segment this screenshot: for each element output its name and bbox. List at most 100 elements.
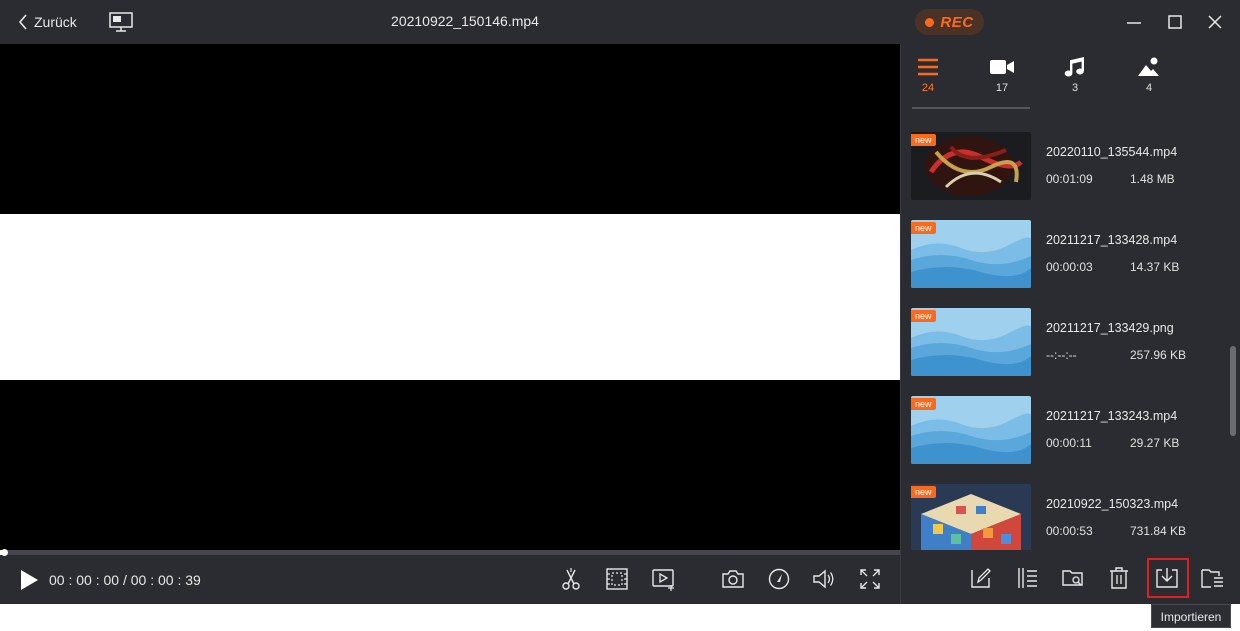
speed-button[interactable] xyxy=(766,566,792,592)
list-item[interactable]: new 20211217_133428.mp4 00:00:03 14.37 K… xyxy=(901,220,1231,292)
file-duration: --:--:-- xyxy=(1046,348,1077,362)
crop-frame-icon xyxy=(606,568,628,590)
delete-button[interactable] xyxy=(1106,565,1132,591)
folder-list-button[interactable] xyxy=(1199,565,1225,591)
list-item[interactable]: new 20210922_150323.mp4 00:00:53 731.84 … xyxy=(901,484,1231,550)
app-window: Zurück 20210922_150146.mp4 REC 00: 00:… xyxy=(0,0,1240,604)
current-time: 00 : 00 : 00 xyxy=(49,572,120,588)
progress-handle[interactable] xyxy=(1,549,8,556)
monitor-icon xyxy=(109,12,133,32)
new-badge: new xyxy=(911,398,936,410)
new-badge: new xyxy=(911,222,936,234)
tab-all[interactable]: 24 xyxy=(902,56,954,102)
video-viewport[interactable] xyxy=(0,44,900,550)
speaker-icon xyxy=(813,569,834,589)
sort-icon xyxy=(1018,568,1037,588)
maximize-button[interactable] xyxy=(1165,12,1185,32)
tab-videos-count: 17 xyxy=(995,82,1009,94)
list-item[interactable]: new 20211217_133243.mp4 00:00:11 29.27 K… xyxy=(901,396,1231,468)
file-size: 14.37 KB xyxy=(1130,260,1180,274)
trash-icon xyxy=(1110,567,1128,589)
media-library-panel: 24 17 3 4 new 20220110_135544.mp4 00:01:… xyxy=(900,44,1240,604)
new-badge: new xyxy=(911,310,936,322)
folder-search-icon xyxy=(1062,570,1083,586)
file-name: 20220110_135544.mp4 xyxy=(1046,145,1178,159)
time-separator: / xyxy=(119,572,131,588)
file-size: 29.27 KB xyxy=(1130,436,1180,450)
back-label: Zurück xyxy=(34,14,77,30)
file-name: 20211217_133243.mp4 xyxy=(1046,409,1178,423)
close-icon xyxy=(1208,15,1222,29)
chevron-left-icon xyxy=(18,14,27,30)
file-size: 1.48 MB xyxy=(1130,172,1175,186)
fullscreen-icon xyxy=(860,569,880,589)
folder-list-icon xyxy=(1201,569,1223,588)
play-icon xyxy=(21,570,38,590)
list-item[interactable]: new 20211217_133429.png --:--:-- 257.96 … xyxy=(901,308,1231,380)
list-icon xyxy=(918,58,938,76)
file-name: 20210922_150323.mp4 xyxy=(1046,497,1179,511)
cut-button[interactable] xyxy=(558,566,584,592)
fullscreen-button[interactable] xyxy=(857,566,883,592)
thumbnail: new xyxy=(911,308,1031,376)
tab-videos[interactable]: 17 xyxy=(976,56,1028,102)
volume-button[interactable] xyxy=(811,566,837,592)
record-dot-icon xyxy=(925,17,935,27)
play-button[interactable] xyxy=(18,568,40,592)
thumbnail: new xyxy=(911,396,1031,464)
file-name: 20211217_133428.mp4 xyxy=(1046,233,1178,247)
minimize-icon xyxy=(1127,22,1141,24)
sort-button[interactable] xyxy=(1014,565,1040,591)
file-duration: 00:01:09 xyxy=(1046,172,1093,186)
time-display: 00 : 00 : 00 / 00 : 00 : 39 xyxy=(49,572,201,588)
import-tooltip: Importieren xyxy=(1151,604,1231,628)
tab-images-count: 4 xyxy=(1145,82,1153,94)
rename-button[interactable] xyxy=(968,565,994,591)
display-mode-button[interactable] xyxy=(108,11,134,33)
video-frame-content xyxy=(0,214,900,380)
speedometer-icon xyxy=(768,568,790,590)
total-time: 00 : 00 : 39 xyxy=(130,572,201,588)
file-size: 731.84 KB xyxy=(1130,524,1187,538)
import-icon xyxy=(1156,568,1178,588)
camera-icon xyxy=(722,570,744,588)
file-name: 20211217_133429.png xyxy=(1046,321,1174,335)
thumbnail: new xyxy=(911,220,1031,288)
tab-divider xyxy=(912,107,1030,109)
tab-audio-count: 3 xyxy=(1071,82,1079,94)
file-duration: 00:00:53 xyxy=(1046,524,1093,538)
file-list[interactable]: new 20220110_135544.mp4 00:01:09 1.48 MB… xyxy=(901,120,1231,550)
record-button[interactable]: REC xyxy=(915,9,984,35)
crop-button[interactable] xyxy=(604,566,630,592)
library-actions xyxy=(901,556,1240,604)
title-bar: Zurück 20210922_150146.mp4 REC xyxy=(0,0,1240,44)
scrollbar-thumb[interactable] xyxy=(1230,346,1236,436)
image-icon xyxy=(1138,57,1159,76)
screenshot-button[interactable] xyxy=(720,566,746,592)
thumbnail: new xyxy=(911,484,1031,550)
file-title: 20210922_150146.mp4 xyxy=(391,13,539,29)
video-camera-icon xyxy=(990,60,1014,74)
scissors-icon xyxy=(562,568,580,590)
video-play-icon xyxy=(652,569,674,591)
close-button[interactable] xyxy=(1205,12,1225,32)
tab-audio[interactable]: 3 xyxy=(1049,56,1101,102)
file-duration: 00:00:03 xyxy=(1046,260,1093,274)
maximize-icon xyxy=(1168,15,1182,29)
list-item[interactable]: new 20220110_135544.mp4 00:01:09 1.48 MB xyxy=(901,132,1231,204)
music-note-icon xyxy=(1064,57,1084,77)
minimize-button[interactable] xyxy=(1124,12,1144,32)
progress-bar[interactable] xyxy=(0,549,900,556)
player-controls: 00 : 00 : 00 / 00 : 00 : 39 xyxy=(0,556,900,604)
playback-mode-button[interactable] xyxy=(650,566,676,592)
record-label: REC xyxy=(940,13,974,31)
file-duration: 00:00:11 xyxy=(1046,436,1092,450)
open-folder-button[interactable] xyxy=(1060,565,1086,591)
file-size: 257.96 KB xyxy=(1130,348,1187,362)
edit-icon xyxy=(971,568,991,588)
tab-images[interactable]: 4 xyxy=(1123,56,1175,102)
new-badge: new xyxy=(911,134,936,146)
back-button[interactable]: Zurück xyxy=(18,11,77,33)
import-button[interactable] xyxy=(1154,565,1180,591)
thumbnail: new xyxy=(911,132,1031,200)
